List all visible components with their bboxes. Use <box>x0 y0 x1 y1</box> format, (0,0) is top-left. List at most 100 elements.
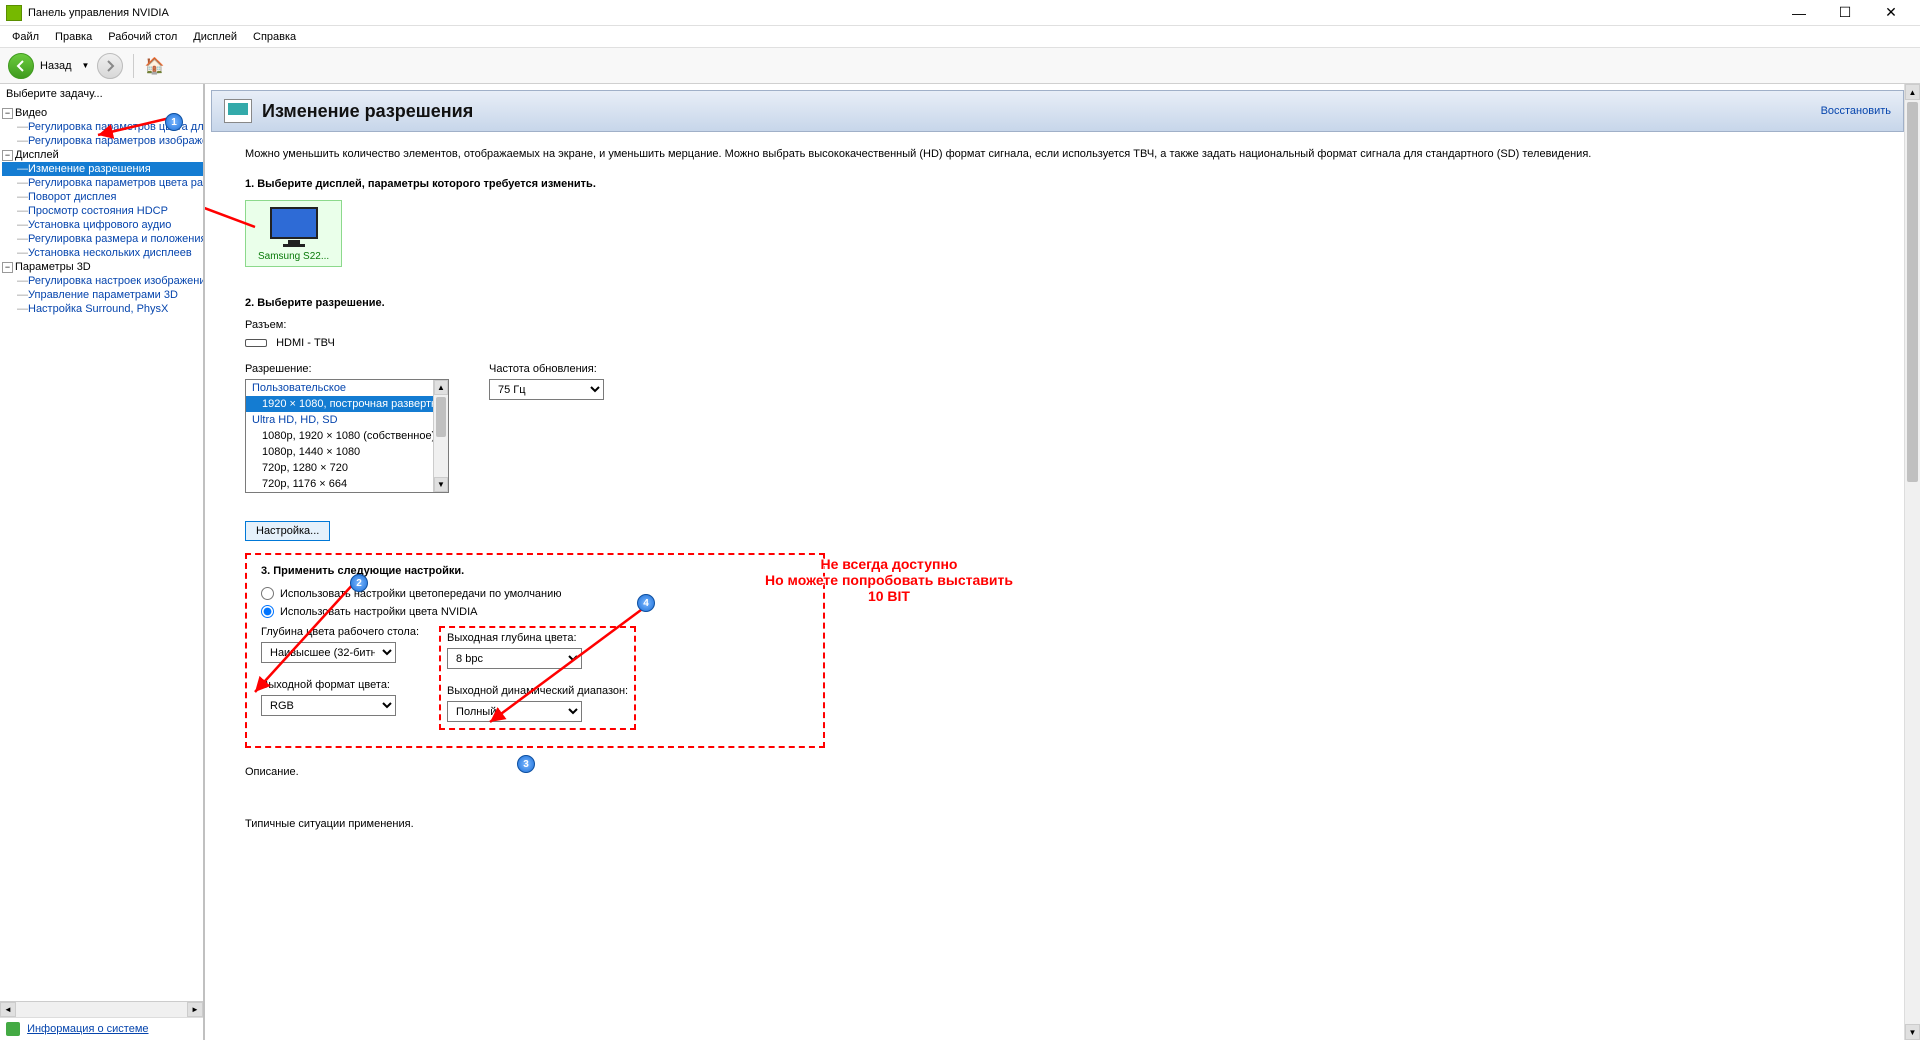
collapse-icon[interactable]: − <box>2 108 13 119</box>
sidebar-footer: Информация о системе <box>0 1017 203 1040</box>
resolution-label: Разрешение: <box>245 363 449 375</box>
resolution-listbox[interactable]: Пользовательское 1920 × 1080, построчная… <box>245 379 449 493</box>
tree-item-desktop-color[interactable]: —Регулировка параметров цвета рабочег <box>2 176 203 190</box>
list-group-hd: Ultra HD, HD, SD <box>246 412 448 428</box>
list-item[interactable]: 1920 × 1080, построчная развертка <box>246 396 448 412</box>
home-button[interactable]: 🏠 <box>144 56 164 76</box>
display-label: Samsung S22... <box>258 251 329 262</box>
back-dropdown[interactable]: ▼ <box>78 61 94 70</box>
content-body: Можно уменьшить количество элементов, от… <box>205 132 1902 856</box>
description-header: Описание. <box>245 766 1872 778</box>
customize-button[interactable]: Настройка... <box>245 521 330 541</box>
scroll-left-icon[interactable]: ◄ <box>0 1002 16 1017</box>
annotation-line3: 10 BIT <box>765 588 1013 604</box>
tree-category-3d[interactable]: − Параметры 3D <box>2 260 203 274</box>
list-group-custom: Пользовательское <box>246 380 448 396</box>
tree-item-label: Поворот дисплея <box>28 191 116 203</box>
scroll-thumb[interactable] <box>1907 102 1918 482</box>
hdmi-icon <box>245 339 267 347</box>
titlebar: Панель управления NVIDIA — ☐ ✕ <box>0 0 1920 26</box>
section2-title: 2. Выберите разрешение. <box>245 297 1872 309</box>
scroll-down-icon[interactable]: ▼ <box>434 477 448 492</box>
collapse-icon[interactable]: − <box>2 262 13 273</box>
list-item[interactable]: 720p, 1280 × 720 <box>246 460 448 476</box>
callout-1-sidebar: 1 <box>165 113 183 131</box>
tree-item-size-position[interactable]: —Регулировка размера и положения рабо <box>2 232 203 246</box>
tree-category-display[interactable]: − Дисплей <box>2 148 203 162</box>
close-button[interactable]: ✕ <box>1868 0 1914 26</box>
annotation-line2: Но можете попробовать выставить <box>765 572 1013 588</box>
system-info-link[interactable]: Информация о системе <box>27 1023 148 1035</box>
window-controls: — ☐ ✕ <box>1776 0 1914 26</box>
menu-desktop[interactable]: Рабочий стол <box>100 28 185 46</box>
tree-item-change-resolution[interactable]: —Изменение разрешения <box>2 162 203 176</box>
connector-row: HDMI - ТВЧ <box>245 337 1872 349</box>
back-label: Назад <box>38 60 74 72</box>
menu-file[interactable]: Файл <box>4 28 47 46</box>
list-item[interactable]: 720p, 1176 × 664 <box>246 476 448 492</box>
tree-item-label: Регулировка параметров цвета рабочег <box>28 177 203 189</box>
scroll-up-icon[interactable]: ▲ <box>1905 84 1920 100</box>
arrow-left-icon <box>15 60 27 72</box>
callout-3: 3 <box>517 755 535 773</box>
connector-value: HDMI - ТВЧ <box>276 337 335 349</box>
window-title: Панель управления NVIDIA <box>28 7 169 19</box>
collapse-icon[interactable]: − <box>2 150 13 161</box>
scroll-thumb[interactable] <box>436 397 446 437</box>
arrow-annotation-2 <box>245 572 365 697</box>
list-item[interactable]: 1080p, 1920 × 1080 (собственное) <box>246 428 448 444</box>
menu-edit[interactable]: Правка <box>47 28 100 46</box>
sidebar-hscroll[interactable]: ◄ ► <box>0 1001 203 1017</box>
output-format-select[interactable]: RGB <box>261 695 396 716</box>
content-vscroll[interactable]: ▲ ▼ <box>1904 84 1920 1040</box>
annotation-text: Не всегда доступно Но можете попробовать… <box>765 556 1013 604</box>
tree-item-hdcp-status[interactable]: —Просмотр состояния HDCP <box>2 204 203 218</box>
tree-item-label: Настройка Surround, PhysX <box>28 303 168 315</box>
tree-item-label: Просмотр состояния HDCP <box>28 205 168 217</box>
menu-display[interactable]: Дисплей <box>185 28 245 46</box>
scroll-up-icon[interactable]: ▲ <box>434 380 448 395</box>
intro-text: Можно уменьшить количество элементов, от… <box>245 148 1872 160</box>
refresh-column: Частота обновления: 75 Гц <box>489 363 604 400</box>
scroll-track[interactable] <box>16 1002 187 1017</box>
info-icon <box>6 1022 20 1036</box>
monitor-icon <box>270 207 318 239</box>
tree-item-label: Регулировка размера и положения рабо <box>28 233 203 245</box>
connector-label: Разъем: <box>245 319 1872 331</box>
forward-button[interactable] <box>97 53 123 79</box>
tree-item-rotate-display[interactable]: —Поворот дисплея <box>2 190 203 204</box>
menu-help[interactable]: Справка <box>245 28 304 46</box>
section1-title: 1. Выберите дисплей, параметры которого … <box>245 178 1872 190</box>
maximize-button[interactable]: ☐ <box>1822 0 1868 26</box>
tree-item-surround-physx[interactable]: —Настройка Surround, PhysX <box>2 302 203 316</box>
monitor-icon <box>224 99 252 123</box>
monitor-base-icon <box>283 244 305 247</box>
scroll-right-icon[interactable]: ► <box>187 1002 203 1017</box>
refresh-select[interactable]: 75 Гц <box>489 379 604 400</box>
list-item[interactable]: 1080p, 1440 × 1080 <box>246 444 448 460</box>
arrow-annotation-1 <box>205 172 265 242</box>
tree-item-label: Управление параметрами 3D <box>28 289 178 301</box>
tree-item-multi-display[interactable]: —Установка нескольких дисплеев <box>2 246 203 260</box>
sidebar: Выберите задачу... − Видео —Регулировка … <box>0 84 205 1040</box>
annotation-line1: Не всегда доступно <box>765 556 1013 572</box>
minimize-button[interactable]: — <box>1776 0 1822 26</box>
typical-header: Типичные ситуации применения. <box>245 818 1872 830</box>
tree-category-label: Дисплей <box>15 149 59 161</box>
scroll-down-icon[interactable]: ▼ <box>1905 1024 1920 1040</box>
task-tree: − Видео —Регулировка параметров цвета дл… <box>0 104 203 1001</box>
refresh-label: Частота обновления: <box>489 363 604 375</box>
tree-item-digital-audio[interactable]: —Установка цифрового аудио <box>2 218 203 232</box>
tree-item-label: Изменение разрешения <box>28 163 151 175</box>
listbox-scroll[interactable]: ▲ ▼ <box>433 380 448 492</box>
tree-category-label: Видео <box>15 107 47 119</box>
tree-item-label: Регулировка настроек изображения с пр <box>28 275 203 287</box>
menubar: Файл Правка Рабочий стол Дисплей Справка <box>0 26 1920 48</box>
arrow-right-icon <box>104 60 116 72</box>
back-button[interactable] <box>8 53 34 79</box>
tree-item-image-preview[interactable]: —Регулировка настроек изображения с пр <box>2 274 203 288</box>
restore-link[interactable]: Восстановить <box>1821 105 1891 117</box>
tree-item-label: Установка нескольких дисплеев <box>28 247 192 259</box>
nvidia-icon <box>6 5 22 21</box>
tree-item-manage-3d[interactable]: —Управление параметрами 3D <box>2 288 203 302</box>
